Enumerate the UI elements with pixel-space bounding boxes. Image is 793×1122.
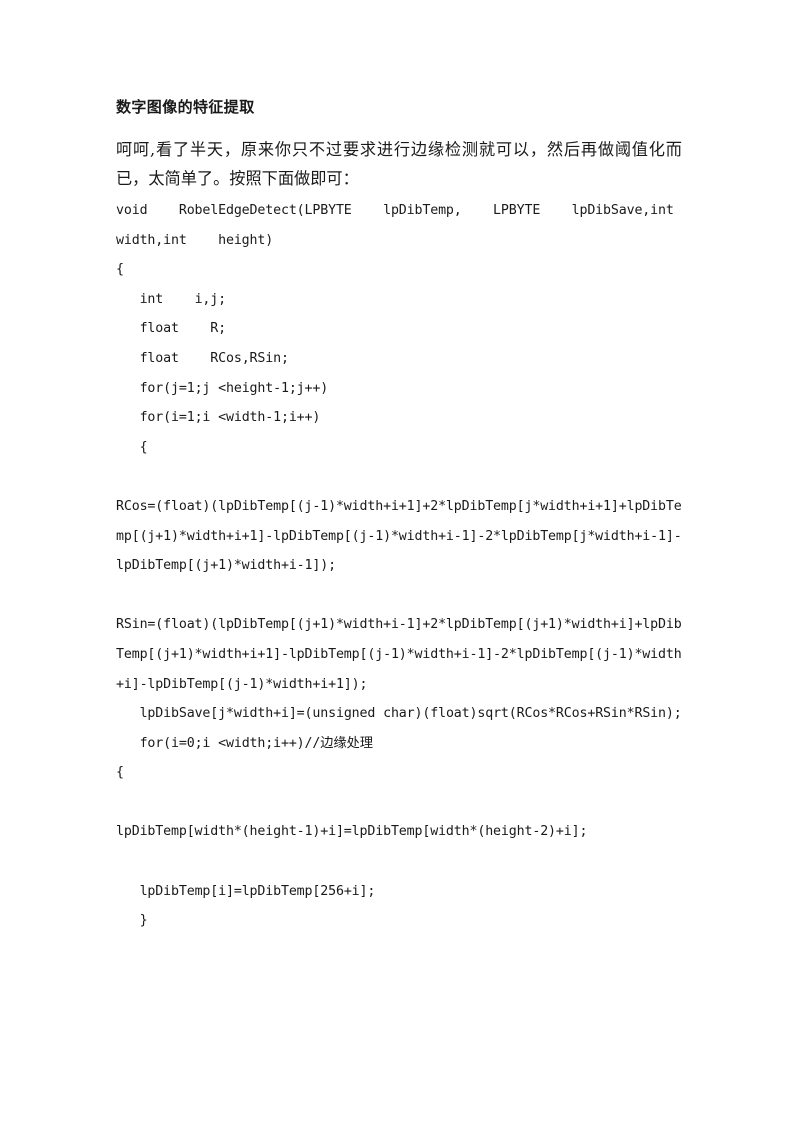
code-line: for(j=1;j <height-1;j++) <box>116 380 329 396</box>
code-line: } <box>116 913 148 929</box>
code-line: lpDibSave[j*width+i]=(unsigned char)(flo… <box>116 706 682 722</box>
intro-paragraph: 呵呵,看了半天，原来你只不过要求进行边缘检测就可以，然后再做阈值化而已，太简单了… <box>116 140 682 188</box>
code-line: for(i=0;i <width;i++)//边缘处理 <box>116 735 373 751</box>
code-line: { <box>116 439 148 455</box>
code-line: float RCos,RSin; <box>116 350 289 366</box>
code-line: { <box>116 262 124 278</box>
code-line: lpDibTemp[i]=lpDibTemp[256+i]; <box>116 883 376 899</box>
code-line: RCos=(float)(lpDibTemp[(j-1)*width+i+1]+… <box>116 498 682 574</box>
code-line: RSin=(float)(lpDibTemp[(j+1)*width+i-1]+… <box>116 617 682 692</box>
code-line: void RobelEdgeDetect(LPBYTE lpDibTemp, L… <box>116 203 706 248</box>
document-page: 数字图像的特征提取 呵呵,看了半天，原来你只不过要求进行边缘检测就可以，然后再做… <box>0 0 793 1122</box>
page-title: 数字图像的特征提取 <box>116 98 255 116</box>
document-content: 数字图像的特征提取 呵呵,看了半天，原来你只不过要求进行边缘检测就可以，然后再做… <box>116 97 686 936</box>
code-line: float R; <box>116 321 227 337</box>
code-line: int i,j; <box>116 291 227 307</box>
code-line: for(i=1;i <width-1;i++) <box>116 410 321 426</box>
code-block: void RobelEdgeDetect(LPBYTE lpDibTemp, L… <box>116 196 686 936</box>
code-line: lpDibTemp[width*(height-1)+i]=lpDibTemp[… <box>116 824 588 840</box>
code-line: { <box>116 765 124 781</box>
